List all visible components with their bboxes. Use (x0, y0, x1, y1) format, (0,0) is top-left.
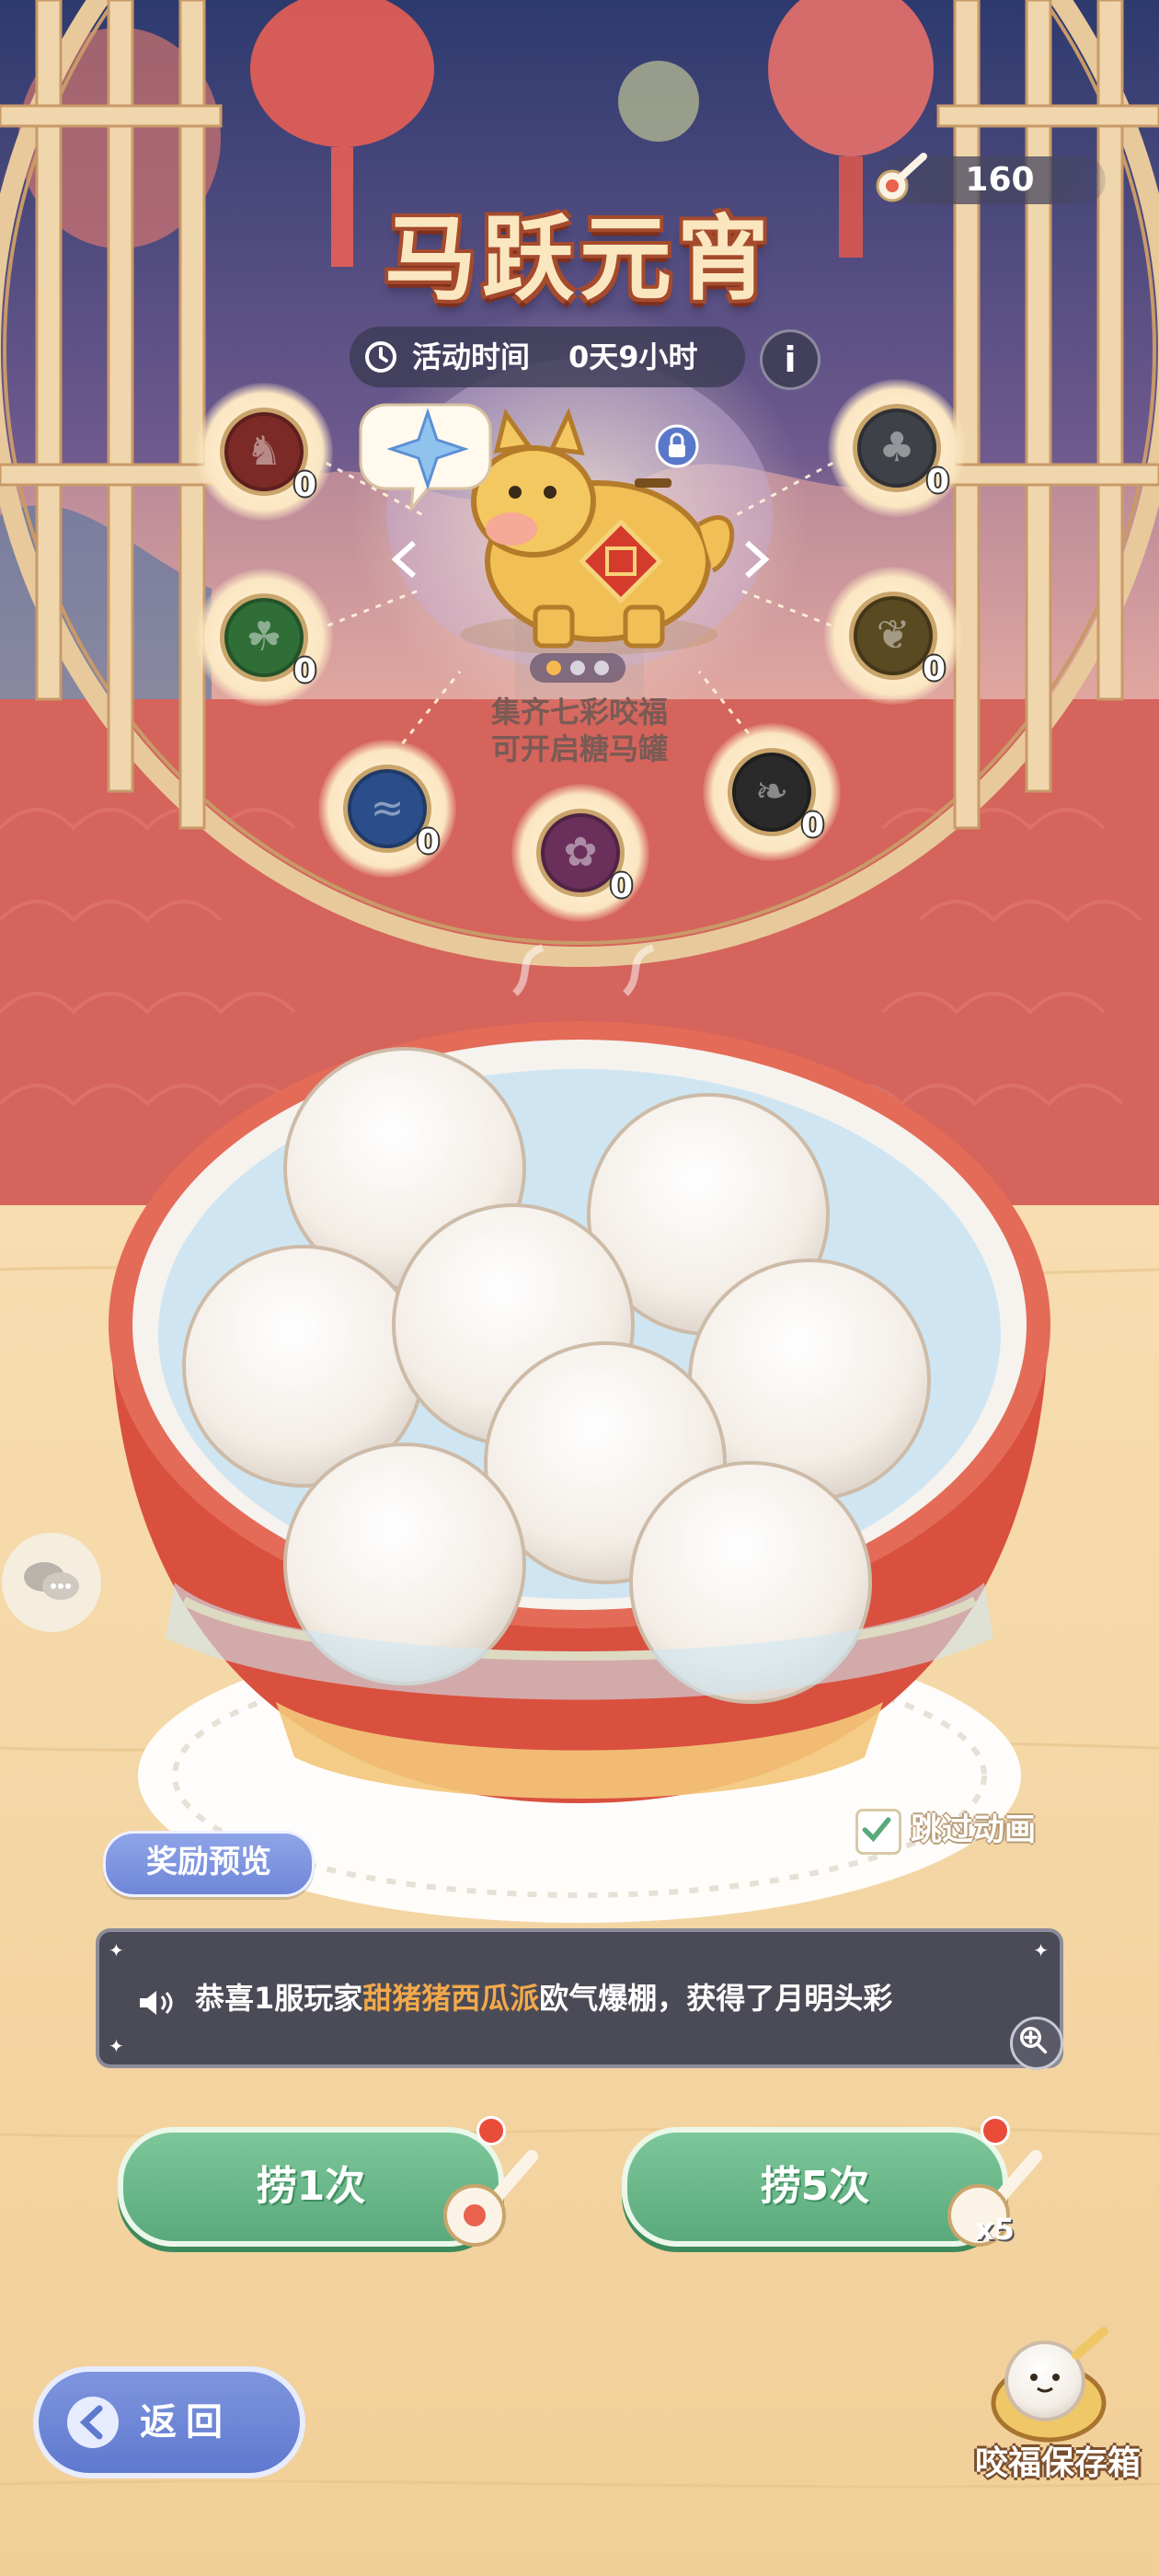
chat-button[interactable] (2, 1533, 101, 1632)
activity-time-label: 活动时间 (412, 339, 531, 374)
back-label: 返回 (140, 2401, 232, 2444)
speaker-icon (140, 1991, 173, 2015)
skip-animation-label: 跳过动画 (911, 1811, 1036, 1848)
skip-animation-checkbox[interactable] (855, 1809, 901, 1855)
announcement-prefix: 恭喜1服玩家 (195, 1981, 363, 2016)
activity-time-bar: 活动时间 0天9小时 (350, 327, 745, 387)
reward-preview-button[interactable]: 奖励预览 (103, 1831, 315, 1897)
back-arrow-icon (67, 2397, 119, 2448)
coin-count: 0 (293, 466, 316, 504)
coin-count: 0 (800, 807, 824, 845)
announcement-text: 恭喜1服玩家甜猪猪西瓜派欧气爆棚，获得了月明头彩 (195, 1932, 892, 2064)
announcement-suffix: 欧气爆棚，获得了月明头彩 (539, 1981, 893, 2016)
clock-icon (365, 341, 396, 373)
coin-wave[interactable]: ≈ 0 (318, 740, 456, 878)
jar-hint: 集齐七彩咬福 可开启糖马罐 (442, 694, 717, 767)
draw-five-multiplier: x5 (975, 2212, 1015, 2247)
jar-hint-line2: 可开启糖马罐 (490, 731, 668, 766)
coin-count: 0 (925, 463, 949, 500)
back-button[interactable]: 返回 (33, 2366, 305, 2478)
notification-dot (476, 2116, 506, 2145)
corner-star-icon: ✦ (109, 2035, 124, 2057)
coin-count: 0 (293, 652, 316, 690)
coin-count: 0 (416, 823, 440, 861)
coin-bamboo[interactable]: ❧ 0 (703, 723, 841, 861)
checkmark-icon (862, 1817, 891, 1843)
storage-box-label: 咬福保存箱 (974, 2444, 1141, 2482)
coin-wheat[interactable]: ❦ 0 (824, 567, 962, 705)
chat-bubbles-icon (24, 1562, 79, 1600)
coin-clover[interactable]: ☘ 0 (195, 569, 333, 707)
coin-count: 0 (609, 868, 633, 905)
announcement-ticker: ✦ ✦ ✦ 恭喜1服玩家甜猪猪西瓜派欧气爆棚，获得了月明头彩 (96, 1928, 1063, 2070)
coin-bonsai[interactable]: ♣ 0 (828, 379, 966, 517)
notification-dot (981, 2116, 1010, 2145)
corner-star-icon: ✦ (1033, 1939, 1049, 1961)
draw-five-button[interactable]: 捞5次 x5 (622, 2116, 1045, 2254)
coin-blossom[interactable]: ✿ 0 (511, 784, 649, 922)
zoom-in-button[interactable] (1010, 2017, 1063, 2070)
ladle-icon (443, 2150, 538, 2247)
storage-box-button[interactable]: 咬福保存箱 (957, 2337, 1159, 2484)
jar-hint-line1: 集齐七彩咬福 (490, 695, 668, 730)
info-button[interactable]: i (760, 329, 820, 390)
coin-count: 0 (922, 650, 946, 688)
skip-animation-toggle[interactable]: 跳过动画 (855, 1803, 1067, 1858)
zoom-in-icon (1019, 2026, 1048, 2054)
activity-time-value: 0天9小时 (568, 339, 698, 374)
currency-amount: 160 (965, 161, 1035, 199)
currency-display: 160 (876, 153, 1106, 204)
coin-horse[interactable]: ♞ 0 (195, 383, 333, 521)
announcement-player: 甜猪猪西瓜派 (362, 1981, 540, 2016)
page-title: 马跃元宵 (384, 205, 775, 313)
draw-once-button[interactable]: 捞1次 (118, 2116, 541, 2254)
corner-star-icon: ✦ (109, 1939, 124, 1961)
